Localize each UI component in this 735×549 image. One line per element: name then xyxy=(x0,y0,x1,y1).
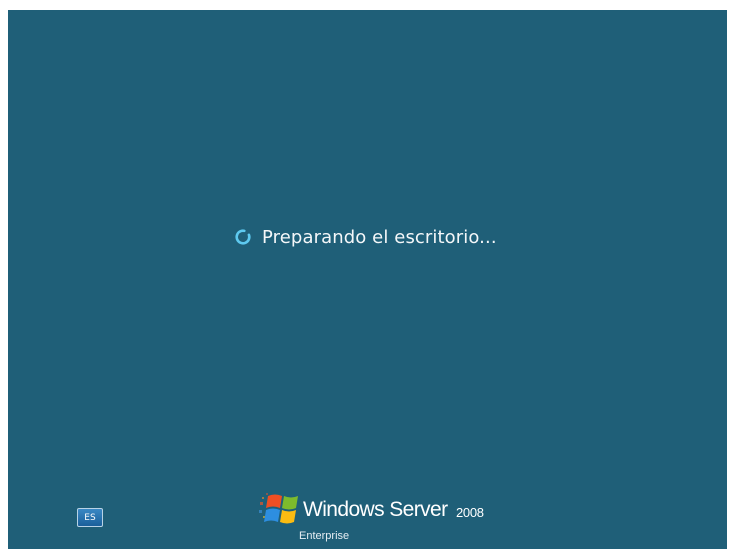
loading-status: Preparando el escritorio... xyxy=(232,224,497,250)
windows-flag-icon xyxy=(258,488,300,530)
product-name: Windows Server xyxy=(303,498,448,521)
loading-spinner-icon xyxy=(232,226,254,248)
language-indicator-button[interactable]: ES xyxy=(77,508,103,527)
product-edition: Enterprise xyxy=(299,530,350,542)
boot-screen: Preparando el escritorio... ES Windows S… xyxy=(8,10,727,549)
status-message: Preparando el escritorio... xyxy=(262,226,497,248)
product-version: 2008 xyxy=(456,505,484,520)
